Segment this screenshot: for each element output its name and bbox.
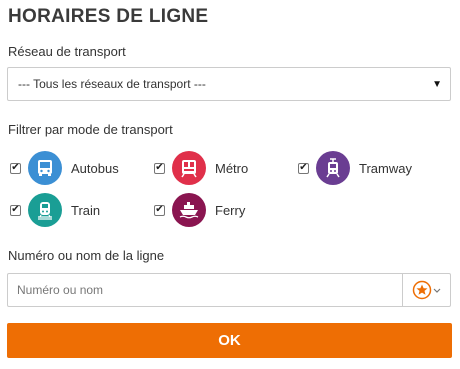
mode-metro[interactable]: ✔ Métro xyxy=(154,150,248,186)
filter-label: Filtrer par mode de transport xyxy=(8,122,173,137)
mode-tramway[interactable]: ✔ Tramway xyxy=(298,150,412,186)
network-select-value: --- Tous les réseaux de transport --- xyxy=(18,77,206,91)
network-label: Réseau de transport xyxy=(8,44,126,59)
mode-train[interactable]: ✔ Train xyxy=(10,192,100,228)
tramway-checkbox[interactable]: ✔ xyxy=(298,162,309,174)
caret-down-icon: ▼ xyxy=(432,79,442,90)
ferry-checkbox[interactable]: ✔ xyxy=(154,204,165,216)
metro-checkbox[interactable]: ✔ xyxy=(154,162,165,174)
star-icon xyxy=(412,280,440,300)
ferry-icon xyxy=(172,193,206,227)
mode-ferry[interactable]: ✔ Ferry xyxy=(154,192,245,228)
mode-label: Train xyxy=(71,202,101,218)
tram-icon xyxy=(316,151,350,185)
metro-icon xyxy=(172,151,206,185)
line-search-input[interactable] xyxy=(8,274,403,306)
network-select[interactable]: --- Tous les réseaux de transport --- ▼ xyxy=(7,67,451,101)
mode-label: Métro xyxy=(215,160,249,176)
ok-button[interactable]: OK xyxy=(7,323,452,358)
mode-label: Tramway xyxy=(359,160,412,176)
mode-label: Ferry xyxy=(215,202,246,218)
mode-label: Autobus xyxy=(71,160,119,176)
page-title: HORAIRES DE LIGNE xyxy=(8,6,209,27)
line-label: Numéro ou nom de la ligne xyxy=(8,248,165,263)
favorites-button[interactable] xyxy=(402,274,450,306)
train-icon xyxy=(28,193,62,227)
autobus-checkbox[interactable]: ✔ xyxy=(10,162,21,174)
bus-icon xyxy=(28,151,62,185)
train-checkbox[interactable]: ✔ xyxy=(10,204,21,216)
line-search-field xyxy=(7,273,451,307)
mode-autobus[interactable]: ✔ Autobus xyxy=(10,150,119,186)
